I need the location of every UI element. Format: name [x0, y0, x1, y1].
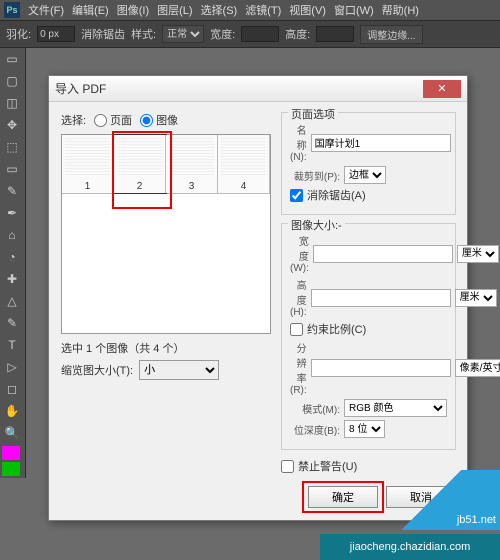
feather-input[interactable] [37, 26, 75, 42]
name-input[interactable] [311, 134, 451, 152]
lasso-tool-icon[interactable]: ◫ [0, 92, 24, 114]
selection-status: 选中 1 个图像（共 4 个） [61, 340, 271, 356]
name-label: 名称(N): [290, 122, 307, 163]
close-icon[interactable]: ✕ [423, 80, 461, 98]
watermark-text-a: jb51.net [457, 514, 496, 526]
bg-swatch[interactable] [2, 462, 20, 476]
ok-button[interactable]: 确定 [308, 486, 378, 508]
crop-tool-icon[interactable]: ⬚ [0, 136, 24, 158]
shape-tool-icon[interactable]: ◻ [0, 378, 24, 400]
thumbnail-grid[interactable]: 1 2 3 4 [61, 134, 271, 334]
page-options-group: 页面选项 名称(N): 裁剪到(P):边框 消除锯齿(A) [281, 112, 456, 215]
hand-tool-icon[interactable]: ✋ [0, 400, 24, 422]
height-input[interactable] [316, 26, 354, 42]
marquee-tool-icon[interactable]: ▢ [0, 70, 24, 92]
menu-edit[interactable]: 编辑(E) [68, 2, 113, 18]
history-tool-icon[interactable]: ◔ [0, 246, 24, 268]
menubar: Ps 文件(F) 编辑(E) 图像(I) 图层(L) 选择(S) 滤镜(T) 视… [0, 0, 500, 20]
width-input[interactable] [241, 26, 279, 42]
feather-label: 羽化: [6, 26, 31, 42]
menu-filter[interactable]: 滤镜(T) [241, 2, 285, 18]
constrain-check[interactable] [290, 323, 303, 336]
refine-edge-button[interactable]: 调整边缘... [360, 25, 422, 44]
thumbsize-select[interactable]: 小 [139, 360, 219, 380]
pen-tool-icon[interactable]: ✎ [0, 312, 24, 334]
crop-select[interactable]: 边框 [344, 166, 386, 184]
style-label: 样式: [131, 26, 156, 42]
zoom-tool-icon[interactable]: 🔍 [0, 422, 24, 444]
height-unit[interactable]: 厘米 [455, 289, 497, 307]
depth-label: 位深度(B): [290, 422, 340, 437]
mode-select[interactable]: RGB 颜色 [344, 399, 447, 417]
watermark-corner: jb51.net [370, 470, 500, 530]
menu-file[interactable]: 文件(F) [24, 2, 68, 18]
mode-label: 模式(M): [290, 401, 340, 416]
thumb-1[interactable]: 1 [62, 135, 114, 193]
gradient-tool-icon[interactable]: △ [0, 290, 24, 312]
menu-select[interactable]: 选择(S) [197, 2, 242, 18]
thumb-4[interactable]: 4 [218, 135, 270, 193]
style-select[interactable]: 正常 [162, 25, 204, 43]
res-unit[interactable]: 像素/英寸 [455, 359, 500, 377]
radio-page[interactable]: 页面 [94, 112, 132, 128]
menu-window[interactable]: 窗口(W) [330, 2, 378, 18]
watermark-bar: jiaocheng.chazidian.com [320, 534, 500, 560]
height-label: 高度(H): [290, 277, 307, 318]
image-size-title: 图像大小:- [288, 217, 345, 233]
antialias-check[interactable] [290, 189, 303, 202]
thumbsize-label: 缩览图大小(T): [61, 362, 133, 378]
suppress-label: 禁止警告(U) [298, 458, 357, 474]
toolbox: ▭ ▢ ◫ ✥ ⬚ ▭ ✎ ✒ ⌂ ◔ ✚ △ ✎ T ▷ ◻ ✋ 🔍 [0, 48, 26, 478]
radio-image[interactable]: 图像 [140, 112, 178, 128]
width-unit[interactable]: 厘米 [457, 245, 499, 263]
thumb-3[interactable]: 3 [166, 135, 218, 193]
menu-help[interactable]: 帮助(H) [378, 2, 423, 18]
res-label: 分辨率(R): [290, 340, 307, 396]
antialias-label: 消除锯齿(A) [307, 187, 366, 203]
menu-layer[interactable]: 图层(L) [153, 2, 196, 18]
antialias-label: 消除锯齿 [81, 26, 125, 42]
slice-tool-icon[interactable]: ▭ [0, 158, 24, 180]
menu-image[interactable]: 图像(I) [113, 2, 153, 18]
pencil-tool-icon[interactable]: ✒ [0, 202, 24, 224]
eraser-tool-icon[interactable]: ✚ [0, 268, 24, 290]
width-input[interactable] [313, 245, 453, 263]
select-label: 选择: [61, 112, 86, 128]
height-input[interactable] [311, 289, 451, 307]
type-tool-icon[interactable]: T [0, 334, 24, 356]
move-tool-icon[interactable]: ▭ [0, 48, 24, 70]
fg-swatch[interactable] [2, 446, 20, 460]
stamp-tool-icon[interactable]: ⌂ [0, 224, 24, 246]
menu-view[interactable]: 视图(V) [285, 2, 330, 18]
import-pdf-dialog: 导入 PDF ✕ 选择: 页面 图像 1 2 3 4 选中 1 个图像（共 4 … [48, 75, 468, 521]
path-tool-icon[interactable]: ▷ [0, 356, 24, 378]
depth-select[interactable]: 8 位 [344, 420, 385, 438]
brush-tool-icon[interactable]: ✎ [0, 180, 24, 202]
width-label: 宽度: [210, 26, 235, 42]
res-input[interactable] [311, 359, 451, 377]
color-swatches[interactable] [0, 444, 25, 478]
dialog-title: 导入 PDF [55, 80, 423, 97]
image-size-group: 图像大小:- 宽度(W):厘米 高度(H):厘米 约束比例(C) 分辨率(R):… [281, 223, 456, 450]
page-options-title: 页面选项 [288, 106, 338, 122]
constrain-label: 约束比例(C) [307, 321, 366, 337]
crop-label: 裁剪到(P): [290, 168, 340, 183]
ps-logo-icon: Ps [4, 2, 20, 18]
options-bar: 羽化: 消除锯齿 样式: 正常 宽度: 高度: 调整边缘... [0, 20, 500, 48]
suppress-check[interactable] [281, 460, 294, 473]
thumb-2[interactable]: 2 [114, 135, 166, 193]
dialog-titlebar[interactable]: 导入 PDF ✕ [49, 76, 467, 102]
wand-tool-icon[interactable]: ✥ [0, 114, 24, 136]
height-label: 高度: [285, 26, 310, 42]
width-label: 宽度(W): [290, 233, 309, 274]
